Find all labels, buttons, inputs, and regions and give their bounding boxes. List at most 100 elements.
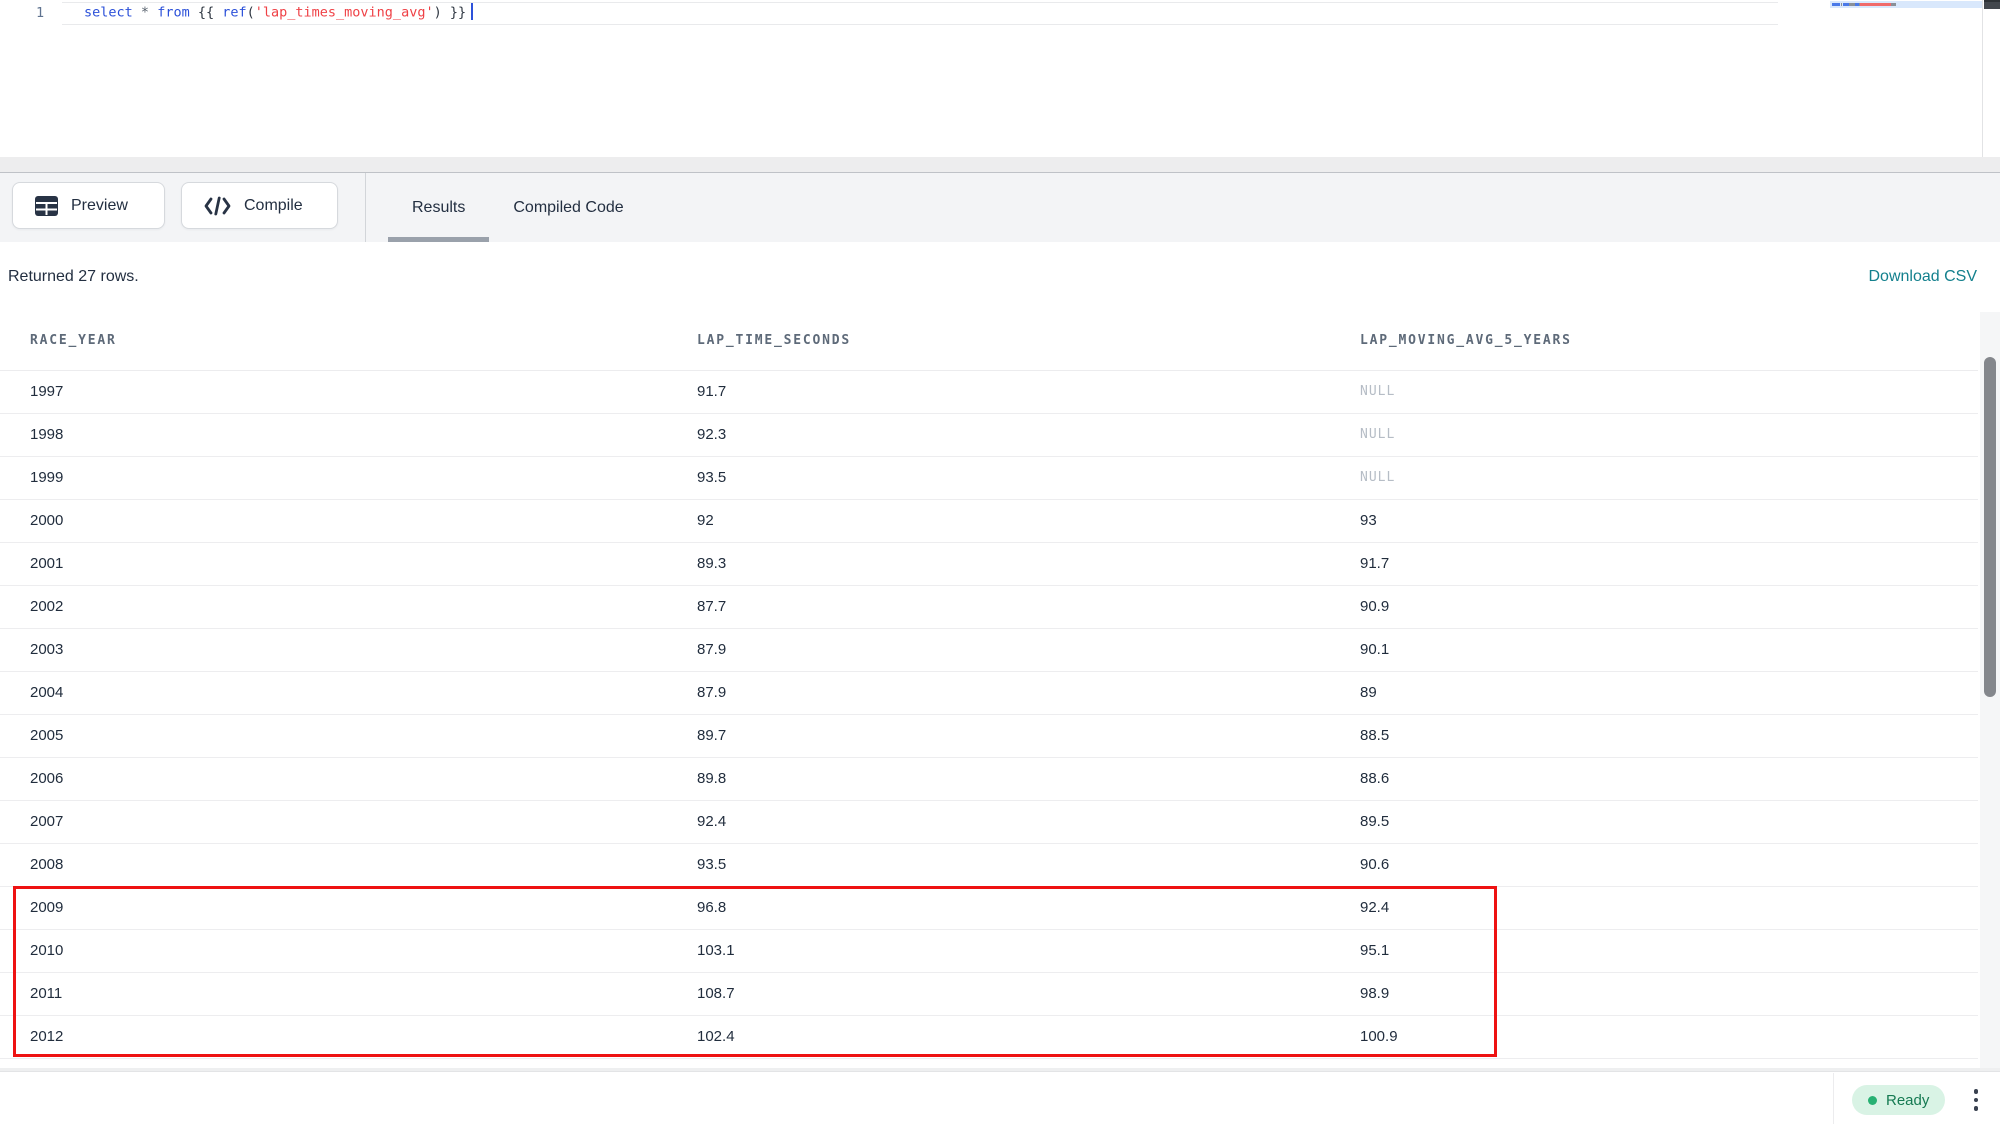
tab-compiled-code[interactable]: Compiled Code [489, 173, 647, 242]
statusbar-divider [0, 1068, 2000, 1072]
compile-button[interactable]: Compile [181, 182, 338, 229]
editor-scrollbar-thumb[interactable] [1984, 0, 2000, 9]
pane-resize-handle[interactable] [0, 157, 2000, 173]
table-cell: 88.6 [1330, 757, 1978, 800]
table-cell: 91.7 [667, 370, 1330, 413]
minimap[interactable] [1830, 0, 1982, 157]
row-count-summary: Returned 27 rows. [8, 268, 139, 286]
toolbar-divider [365, 173, 366, 242]
table-row: 200996.892.4 [0, 886, 1978, 929]
table-header-row: RACE_YEAR LAP_TIME_SECONDS LAP_MOVING_AV… [0, 312, 1978, 370]
table-cell: 2004 [0, 671, 667, 714]
table-cell: 90.9 [1330, 585, 1978, 628]
table-cell: 2011 [0, 972, 667, 1015]
text-cursor [471, 3, 473, 20]
table-row: 200387.990.1 [0, 628, 1978, 671]
table-row: 199791.7NULL [0, 370, 1978, 413]
table-cell: 108.7 [667, 972, 1330, 1015]
download-csv-link[interactable]: Download CSV [1869, 268, 1978, 286]
table-cell: NULL [1330, 370, 1978, 413]
table-row: 200792.489.5 [0, 800, 1978, 843]
table-cell: 2003 [0, 628, 667, 671]
table-cell: 2009 [0, 886, 667, 929]
code-tokens: select * from {{ ref('lap_times_moving_a… [84, 5, 466, 21]
results-tabs: Results Compiled Code [388, 173, 648, 242]
table-cell: 92 [667, 499, 1330, 542]
table-cell: 100.9 [1330, 1015, 1978, 1058]
ready-status-label: Ready [1886, 1092, 1929, 1109]
table-cell: 96.8 [667, 886, 1330, 929]
table-cell: 89.5 [1330, 800, 1978, 843]
table-cell: 2007 [0, 800, 667, 843]
table-cell: 93 [1330, 499, 1978, 542]
results-toolbar: Preview Compile Results Compiled Code [0, 173, 2000, 242]
table-cell: 2006 [0, 757, 667, 800]
green-status-dot-icon [1868, 1096, 1877, 1105]
table-cell: 92.4 [667, 800, 1330, 843]
table-cell: 2002 [0, 585, 667, 628]
compile-button-label: Compile [244, 197, 303, 215]
table-cell: 1998 [0, 413, 667, 456]
table-row: 200487.989 [0, 671, 1978, 714]
table-cell: 89.7 [667, 714, 1330, 757]
preview-button-label: Preview [71, 197, 128, 215]
kebab-menu-icon[interactable] [1966, 1085, 1986, 1115]
results-table-container: RACE_YEAR LAP_TIME_SECONDS LAP_MOVING_AV… [0, 312, 1978, 1059]
tab-results-label: Results [412, 199, 465, 217]
table-cell: 87.7 [667, 585, 1330, 628]
table-cell: 2008 [0, 843, 667, 886]
preview-button[interactable]: Preview [12, 182, 165, 229]
minimap-active-line [1830, 1, 1982, 8]
table-cell: 92.4 [1330, 886, 1978, 929]
table-cell: 93.5 [667, 843, 1330, 886]
table-cell: 2001 [0, 542, 667, 585]
table-row: 200689.888.6 [0, 757, 1978, 800]
table-cell: 98.9 [1330, 972, 1978, 1015]
table-cell: 90.1 [1330, 628, 1978, 671]
table-cell: 92.3 [667, 413, 1330, 456]
table-cell: 1999 [0, 456, 667, 499]
table-row: 200893.590.6 [0, 843, 1978, 886]
table-row: 2012102.4100.9 [0, 1015, 1978, 1058]
table-cell: 87.9 [667, 671, 1330, 714]
table-cell: 89 [1330, 671, 1978, 714]
code-line[interactable]: select * from {{ ref('lap_times_moving_a… [84, 4, 473, 21]
results-table: RACE_YEAR LAP_TIME_SECONDS LAP_MOVING_AV… [0, 312, 1978, 1059]
minimap-divider [1982, 0, 1983, 157]
table-cell: 88.5 [1330, 714, 1978, 757]
column-header-lap-time-seconds: LAP_TIME_SECONDS [667, 312, 1330, 370]
table-cell: 93.5 [667, 456, 1330, 499]
table-cell: 90.6 [1330, 843, 1978, 886]
line-number: 1 [36, 5, 44, 21]
table-cell: 89.8 [667, 757, 1330, 800]
table-row: 199993.5NULL [0, 456, 1978, 499]
statusbar-separator [1833, 1073, 1834, 1124]
tab-compiled-code-label: Compiled Code [513, 199, 623, 217]
column-header-race-year: RACE_YEAR [0, 312, 667, 370]
table-row: 199892.3NULL [0, 413, 1978, 456]
results-header: Returned 27 rows. Download CSV [0, 242, 2000, 312]
table-row: 200589.788.5 [0, 714, 1978, 757]
table-row: 200287.790.9 [0, 585, 1978, 628]
column-header-lap-moving-avg-5-years: LAP_MOVING_AVG_5_YEARS [1330, 312, 1978, 370]
table-cell: NULL [1330, 413, 1978, 456]
table-cell: 2010 [0, 929, 667, 972]
table-row: 2010103.195.1 [0, 929, 1978, 972]
table-cell: 91.7 [1330, 542, 1978, 585]
table-cell: 2005 [0, 714, 667, 757]
table-cell: 95.1 [1330, 929, 1978, 972]
ready-status-badge: Ready [1852, 1085, 1945, 1115]
table-row: 20009293 [0, 499, 1978, 542]
code-brackets-icon [204, 196, 231, 216]
tab-results[interactable]: Results [388, 173, 489, 242]
table-row: 200189.391.7 [0, 542, 1978, 585]
table-cell: 1997 [0, 370, 667, 413]
table-cell: 87.9 [667, 628, 1330, 671]
status-bar: Ready [0, 1073, 2000, 1124]
table-row: 2011108.798.9 [0, 972, 1978, 1015]
table-cell: 89.3 [667, 542, 1330, 585]
table-cell: 2000 [0, 499, 667, 542]
code-editor[interactable]: 1 select * from {{ ref('lap_times_moving… [0, 0, 2000, 157]
table-grid-icon [35, 196, 58, 216]
table-scrollbar-thumb[interactable] [1984, 357, 1996, 697]
